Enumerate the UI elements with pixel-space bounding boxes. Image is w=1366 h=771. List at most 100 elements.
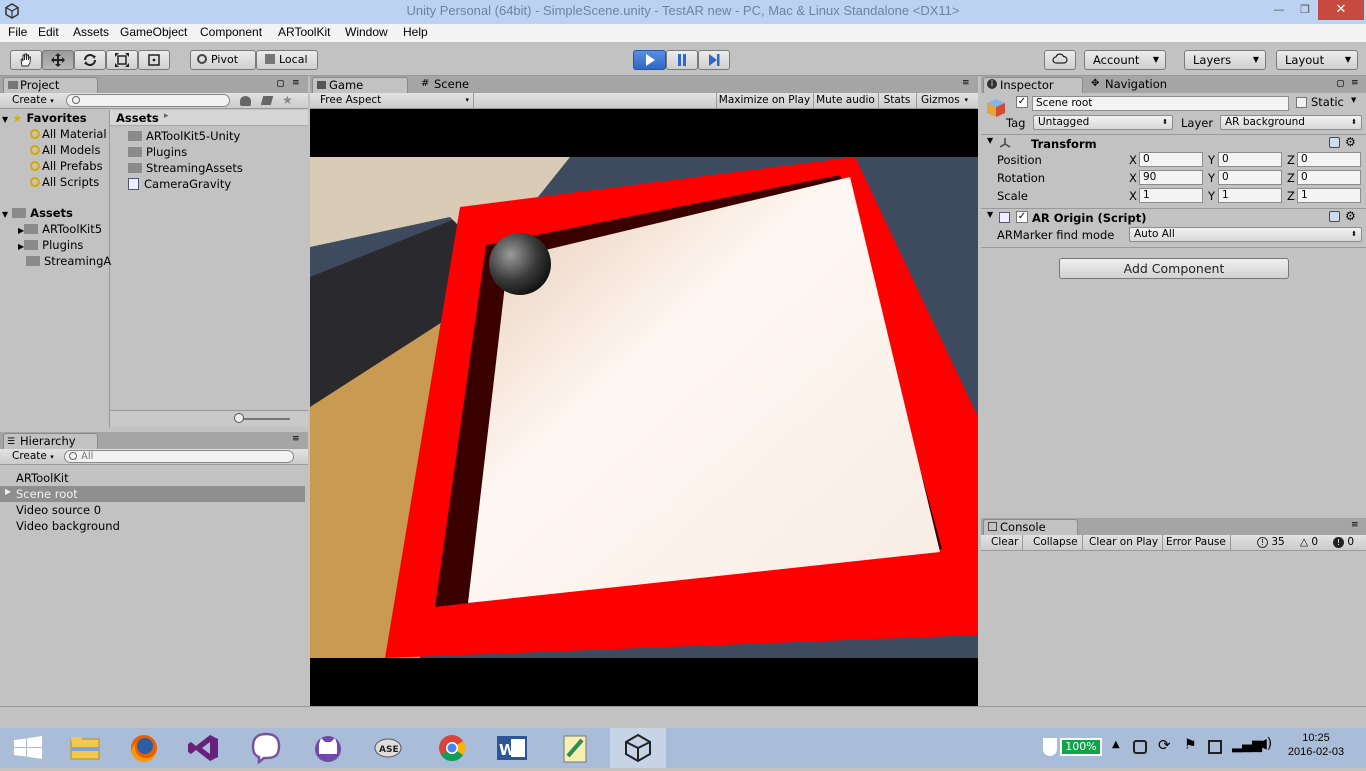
close-button[interactable]: ✕ — [1318, 0, 1364, 20]
project-create-button[interactable]: Create ▾ — [12, 94, 54, 106]
stats-toggle[interactable]: Stats — [878, 93, 915, 108]
rotation-y-field[interactable]: 0 — [1218, 170, 1282, 185]
star-filter-icon[interactable]: ★ — [282, 93, 293, 107]
tag-dropdown[interactable]: Untagged ⬍ — [1033, 115, 1173, 130]
move-tool-button[interactable] — [42, 50, 74, 70]
pivot-toggle[interactable]: Pivot — [190, 50, 256, 70]
battery-indicator[interactable]: 100% — [1060, 738, 1102, 756]
mute-audio-toggle[interactable]: Mute audio — [813, 93, 877, 108]
pause-button[interactable] — [666, 50, 698, 70]
flag-icon[interactable]: ⚑ — [1184, 737, 1197, 753]
zoom-slider-handle[interactable] — [234, 413, 244, 423]
network-icon[interactable] — [1133, 740, 1147, 754]
maximize-button[interactable]: ❐ — [1292, 0, 1318, 20]
hierarchy-item[interactable]: ARToolKit — [16, 471, 69, 485]
hierarchy-create-button[interactable]: Create ▾ — [12, 450, 54, 462]
panel-menu-icon[interactable]: ≡ — [1351, 78, 1359, 88]
hierarchy-item-selected[interactable]: ▶ Scene root — [0, 486, 305, 502]
rotation-z-field[interactable]: 0 — [1297, 170, 1361, 185]
tab-console[interactable]: Console — [983, 519, 1078, 535]
favorite-item[interactable]: All Material — [30, 127, 107, 141]
rect-tool-button[interactable] — [138, 50, 170, 70]
asset-item[interactable]: CameraGravity — [128, 177, 231, 191]
taskbar-ase[interactable]: ASE — [360, 728, 416, 768]
favorite-item[interactable]: All Models — [30, 143, 100, 157]
position-x-field[interactable]: 0 — [1139, 152, 1203, 167]
step-button[interactable] — [698, 50, 730, 70]
shield-icon[interactable] — [1043, 738, 1057, 756]
static-checkbox[interactable] — [1296, 97, 1307, 108]
menu-artoolkit[interactable]: ARToolKit — [278, 25, 330, 39]
taskbar-chrome[interactable] — [424, 728, 480, 768]
menu-component[interactable]: Component — [200, 25, 262, 39]
taskbar-unity[interactable] — [610, 728, 666, 768]
aspect-dropdown[interactable]: Free Aspect ▾ — [314, 93, 474, 108]
chevron-down-icon[interactable]: ▼ — [1351, 96, 1356, 104]
taskbar-explorer[interactable] — [56, 728, 112, 768]
favorite-item[interactable]: All Prefabs — [30, 159, 103, 173]
tab-hierarchy[interactable]: ☰ Hierarchy — [3, 433, 98, 449]
scale-tool-button[interactable] — [106, 50, 138, 70]
favorites-header[interactable]: ▼ ★ Favorites — [2, 111, 87, 125]
transform-header[interactable]: ▼ Transform ⚙ — [981, 135, 1366, 152]
position-y-field[interactable]: 0 — [1218, 152, 1282, 167]
gear-icon[interactable]: ⚙ — [1345, 135, 1356, 149]
volume-icon[interactable]: ◀) — [1256, 736, 1272, 752]
menu-gameobject[interactable]: GameObject — [120, 25, 187, 39]
gizmos-dropdown[interactable]: Gizmos ▾ — [916, 93, 970, 108]
hand-tool-button[interactable] — [10, 50, 42, 70]
cloud-button[interactable] — [1044, 50, 1076, 70]
active-checkbox[interactable]: ✓ — [1016, 96, 1028, 108]
taskbar-notepad[interactable] — [548, 728, 604, 768]
object-name-field[interactable]: Scene root — [1032, 96, 1289, 111]
breadcrumb-assets[interactable]: Assets — [116, 111, 159, 125]
console-clear-on-play-button[interactable]: Clear on Play — [1085, 535, 1164, 550]
menu-file[interactable]: File — [8, 25, 27, 39]
project-search-input[interactable] — [66, 94, 230, 107]
menu-edit[interactable]: Edit — [38, 25, 59, 39]
game-viewport[interactable] — [310, 157, 978, 658]
panel-menu-icon[interactable]: ≡ — [292, 434, 300, 444]
asset-tree-item[interactable]: ▶ ARToolKit5 — [18, 222, 102, 236]
taskbar-app-cat[interactable] — [300, 728, 356, 768]
console-collapse-button[interactable]: Collapse — [1029, 535, 1083, 550]
menu-help[interactable]: Help — [403, 25, 428, 39]
asset-tree-item[interactable]: ▶ Plugins — [18, 238, 83, 252]
add-component-button[interactable]: Add Component — [1059, 258, 1289, 279]
local-toggle[interactable]: Local — [256, 50, 318, 70]
script-enabled-checkbox[interactable]: ✓ — [1016, 211, 1028, 223]
tray-expand-icon[interactable]: ▲ — [1112, 739, 1120, 750]
help-icon[interactable] — [1329, 137, 1340, 148]
filter-type-icon[interactable] — [240, 96, 251, 106]
start-button[interactable] — [0, 728, 56, 768]
console-clear-button[interactable]: Clear — [987, 535, 1024, 550]
layer-dropdown[interactable]: AR background ⬍ — [1220, 115, 1362, 130]
lock-icon[interactable] — [277, 80, 284, 87]
play-button[interactable] — [633, 50, 666, 70]
taskbar-word[interactable]: W — [484, 728, 540, 768]
taskbar-firefox[interactable] — [116, 728, 172, 768]
console-warning-toggle[interactable]: △ 0 — [1298, 535, 1320, 550]
console-error-pause-button[interactable]: Error Pause — [1162, 535, 1231, 550]
account-dropdown[interactable]: Account ▼ — [1084, 50, 1166, 70]
console-log-toggle[interactable]: ! 35 — [1255, 535, 1287, 550]
device-icon[interactable] — [1208, 740, 1222, 754]
position-z-field[interactable]: 0 — [1297, 152, 1361, 167]
tab-project[interactable]: Project — [3, 77, 98, 93]
sync-icon[interactable]: ⟳ — [1158, 736, 1171, 754]
asset-item[interactable]: Plugins — [128, 145, 187, 159]
layers-dropdown[interactable]: Layers ▼ — [1184, 50, 1266, 70]
hierarchy-item[interactable]: Video source 0 — [16, 503, 101, 517]
scale-y-field[interactable]: 1 — [1218, 188, 1282, 203]
console-error-toggle[interactable]: ! 0 — [1331, 535, 1356, 550]
layout-dropdown[interactable]: Layout ▼ — [1276, 50, 1358, 70]
minimize-button[interactable]: — — [1266, 0, 1292, 20]
tab-scene[interactable]: # Scene — [418, 77, 488, 93]
help-icon[interactable] — [1329, 211, 1340, 222]
rotation-x-field[interactable]: 90 — [1139, 170, 1203, 185]
asset-item[interactable]: ARToolKit5-Unity — [128, 129, 240, 143]
hierarchy-search-input[interactable]: All — [64, 450, 294, 463]
panel-menu-icon[interactable]: ≡ — [962, 78, 970, 88]
asset-tree-item[interactable]: StreamingA — [26, 254, 111, 268]
rotate-tool-button[interactable] — [74, 50, 106, 70]
